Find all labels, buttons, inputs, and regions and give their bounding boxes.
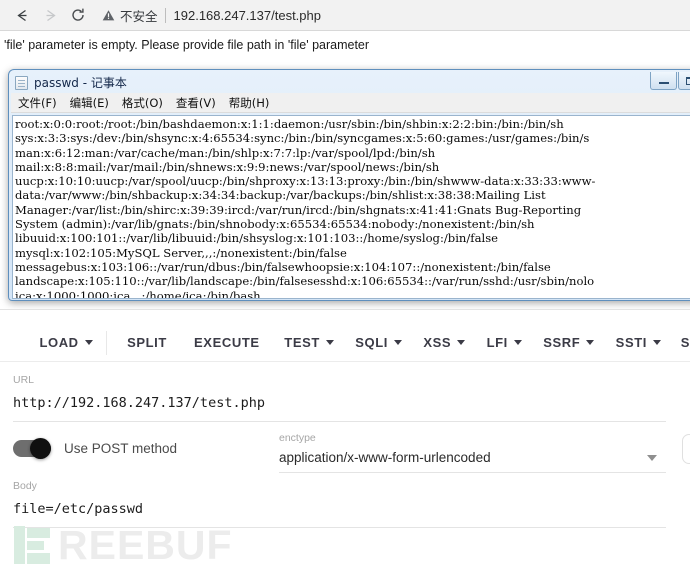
enctype-label: enctype xyxy=(279,432,316,444)
execute-button-label: EXECUTE xyxy=(194,335,260,350)
notepad-titlebar[interactable]: passwd - 记事本 xyxy=(11,72,690,93)
window-controls xyxy=(649,72,690,90)
passwd-file-content[interactable]: root:x:0:0:root:/root:/bin/bashdaemon:x:… xyxy=(13,116,690,298)
screenshot-root: 不安全 192.168.247.137/test.php 'file' para… xyxy=(0,0,690,570)
url-input[interactable]: http://192.168.247.137/test.php xyxy=(13,395,666,421)
body-label: Body xyxy=(13,480,37,492)
enctype-field-group: enctype application/x-www-form-urlencode… xyxy=(279,432,666,473)
panel-edge-handle[interactable] xyxy=(682,434,690,464)
toggle-knob xyxy=(30,438,51,459)
menu-view[interactable]: 查看(V) xyxy=(174,94,218,112)
minimize-button[interactable] xyxy=(650,72,677,90)
sqli-button-label: SQLI xyxy=(355,335,389,350)
action-toolbar: LOAD SPLIT EXECUTE TEST SQLI XSS LFI SSR… xyxy=(0,324,690,362)
notepad-menubar: 文件(F) 编辑(E) 格式(O) 查看(V) 帮助(H) xyxy=(11,93,690,113)
enctype-value: application/x-www-form-urlencoded xyxy=(279,450,491,465)
chevron-down-icon[interactable] xyxy=(325,340,334,345)
notepad-text-area[interactable]: root:x:0:0:root:/root:/bin/bashdaemon:x:… xyxy=(12,115,690,299)
overflow-button[interactable]: S xyxy=(681,335,690,350)
page-viewport: 'file' parameter is empty. Please provid… xyxy=(0,31,690,70)
watermark-text: REEBUF xyxy=(58,522,233,568)
sqli-button[interactable]: SQLI xyxy=(355,335,403,350)
omnibox-divider xyxy=(164,7,166,23)
xss-button[interactable]: XSS xyxy=(423,335,466,350)
chevron-down-icon[interactable] xyxy=(652,340,661,345)
notepad-window[interactable]: passwd - 记事本 文件(F) 编辑(E) 格式(O) 查看(V) 帮助(… xyxy=(8,69,690,301)
xss-button-label: XSS xyxy=(423,335,452,350)
warning-triangle-icon xyxy=(102,9,115,22)
body-field-group: Body file=/etc/passwd xyxy=(13,480,666,528)
omnibox[interactable]: 不安全 192.168.247.137/test.php xyxy=(92,0,690,31)
ssrf-button-label: SSRF xyxy=(543,335,581,350)
maximize-button[interactable] xyxy=(678,72,690,90)
test-button[interactable]: TEST xyxy=(284,335,334,350)
chevron-down-icon[interactable] xyxy=(586,340,595,345)
chevron-down-icon[interactable] xyxy=(647,455,657,461)
chevron-down-icon[interactable] xyxy=(457,340,466,345)
method-and-enctype-row: Use POST method enctype application/x-ww… xyxy=(0,432,690,482)
browser-toolbar: 不安全 192.168.247.137/test.php xyxy=(0,0,690,31)
notepad-title: passwd - 记事本 xyxy=(34,76,127,90)
post-method-toggle[interactable]: Use POST method xyxy=(13,438,178,459)
freebuf-logo-icon xyxy=(14,526,56,564)
ssti-button[interactable]: SSTI xyxy=(616,335,661,350)
post-method-label: Use POST method xyxy=(64,441,178,456)
load-button[interactable]: LOAD xyxy=(39,335,93,350)
chevron-down-icon[interactable] xyxy=(394,340,403,345)
notepad-document-icon xyxy=(15,75,28,90)
arrow-right-icon[interactable] xyxy=(36,1,64,29)
split-button-label: SPLIT xyxy=(127,335,167,350)
address-bar-url[interactable]: 192.168.247.137/test.php xyxy=(174,8,321,23)
menu-edit[interactable]: 编辑(E) xyxy=(68,94,111,112)
test-button-label: TEST xyxy=(284,335,320,350)
url-label: URL xyxy=(13,374,35,386)
maximize-icon xyxy=(686,76,690,85)
chevron-down-icon[interactable] xyxy=(513,340,522,345)
menu-file[interactable]: 文件(F) xyxy=(16,94,59,112)
lfi-button[interactable]: LFI xyxy=(487,335,522,350)
load-button-label: LOAD xyxy=(39,335,79,350)
toolbar-divider xyxy=(106,330,107,355)
overflow-button-label: S xyxy=(680,335,690,350)
ssti-button-label: SSTI xyxy=(615,335,647,350)
lfi-button-label: LFI xyxy=(486,335,508,350)
freebuf-watermark: REEBUF xyxy=(14,524,233,566)
menu-format[interactable]: 格式(O) xyxy=(120,94,165,112)
url-underline xyxy=(13,421,666,422)
security-status-label: 不安全 xyxy=(120,8,158,24)
url-field-group: URL http://192.168.247.137/test.php xyxy=(13,374,666,422)
chevron-down-icon[interactable] xyxy=(84,340,93,345)
enctype-underline xyxy=(279,472,666,473)
reload-icon[interactable] xyxy=(64,1,92,29)
ssrf-button[interactable]: SSRF xyxy=(543,335,595,350)
split-button[interactable]: SPLIT xyxy=(127,335,167,350)
execute-button[interactable]: EXECUTE xyxy=(194,335,260,350)
enctype-select[interactable]: application/x-www-form-urlencoded xyxy=(279,450,666,472)
minimize-icon xyxy=(658,81,669,84)
arrow-left-icon[interactable] xyxy=(8,1,36,29)
menu-help[interactable]: 帮助(H) xyxy=(227,94,272,112)
toggle-switch[interactable] xyxy=(13,438,51,459)
page-body-text: 'file' parameter is empty. Please provid… xyxy=(4,38,370,52)
